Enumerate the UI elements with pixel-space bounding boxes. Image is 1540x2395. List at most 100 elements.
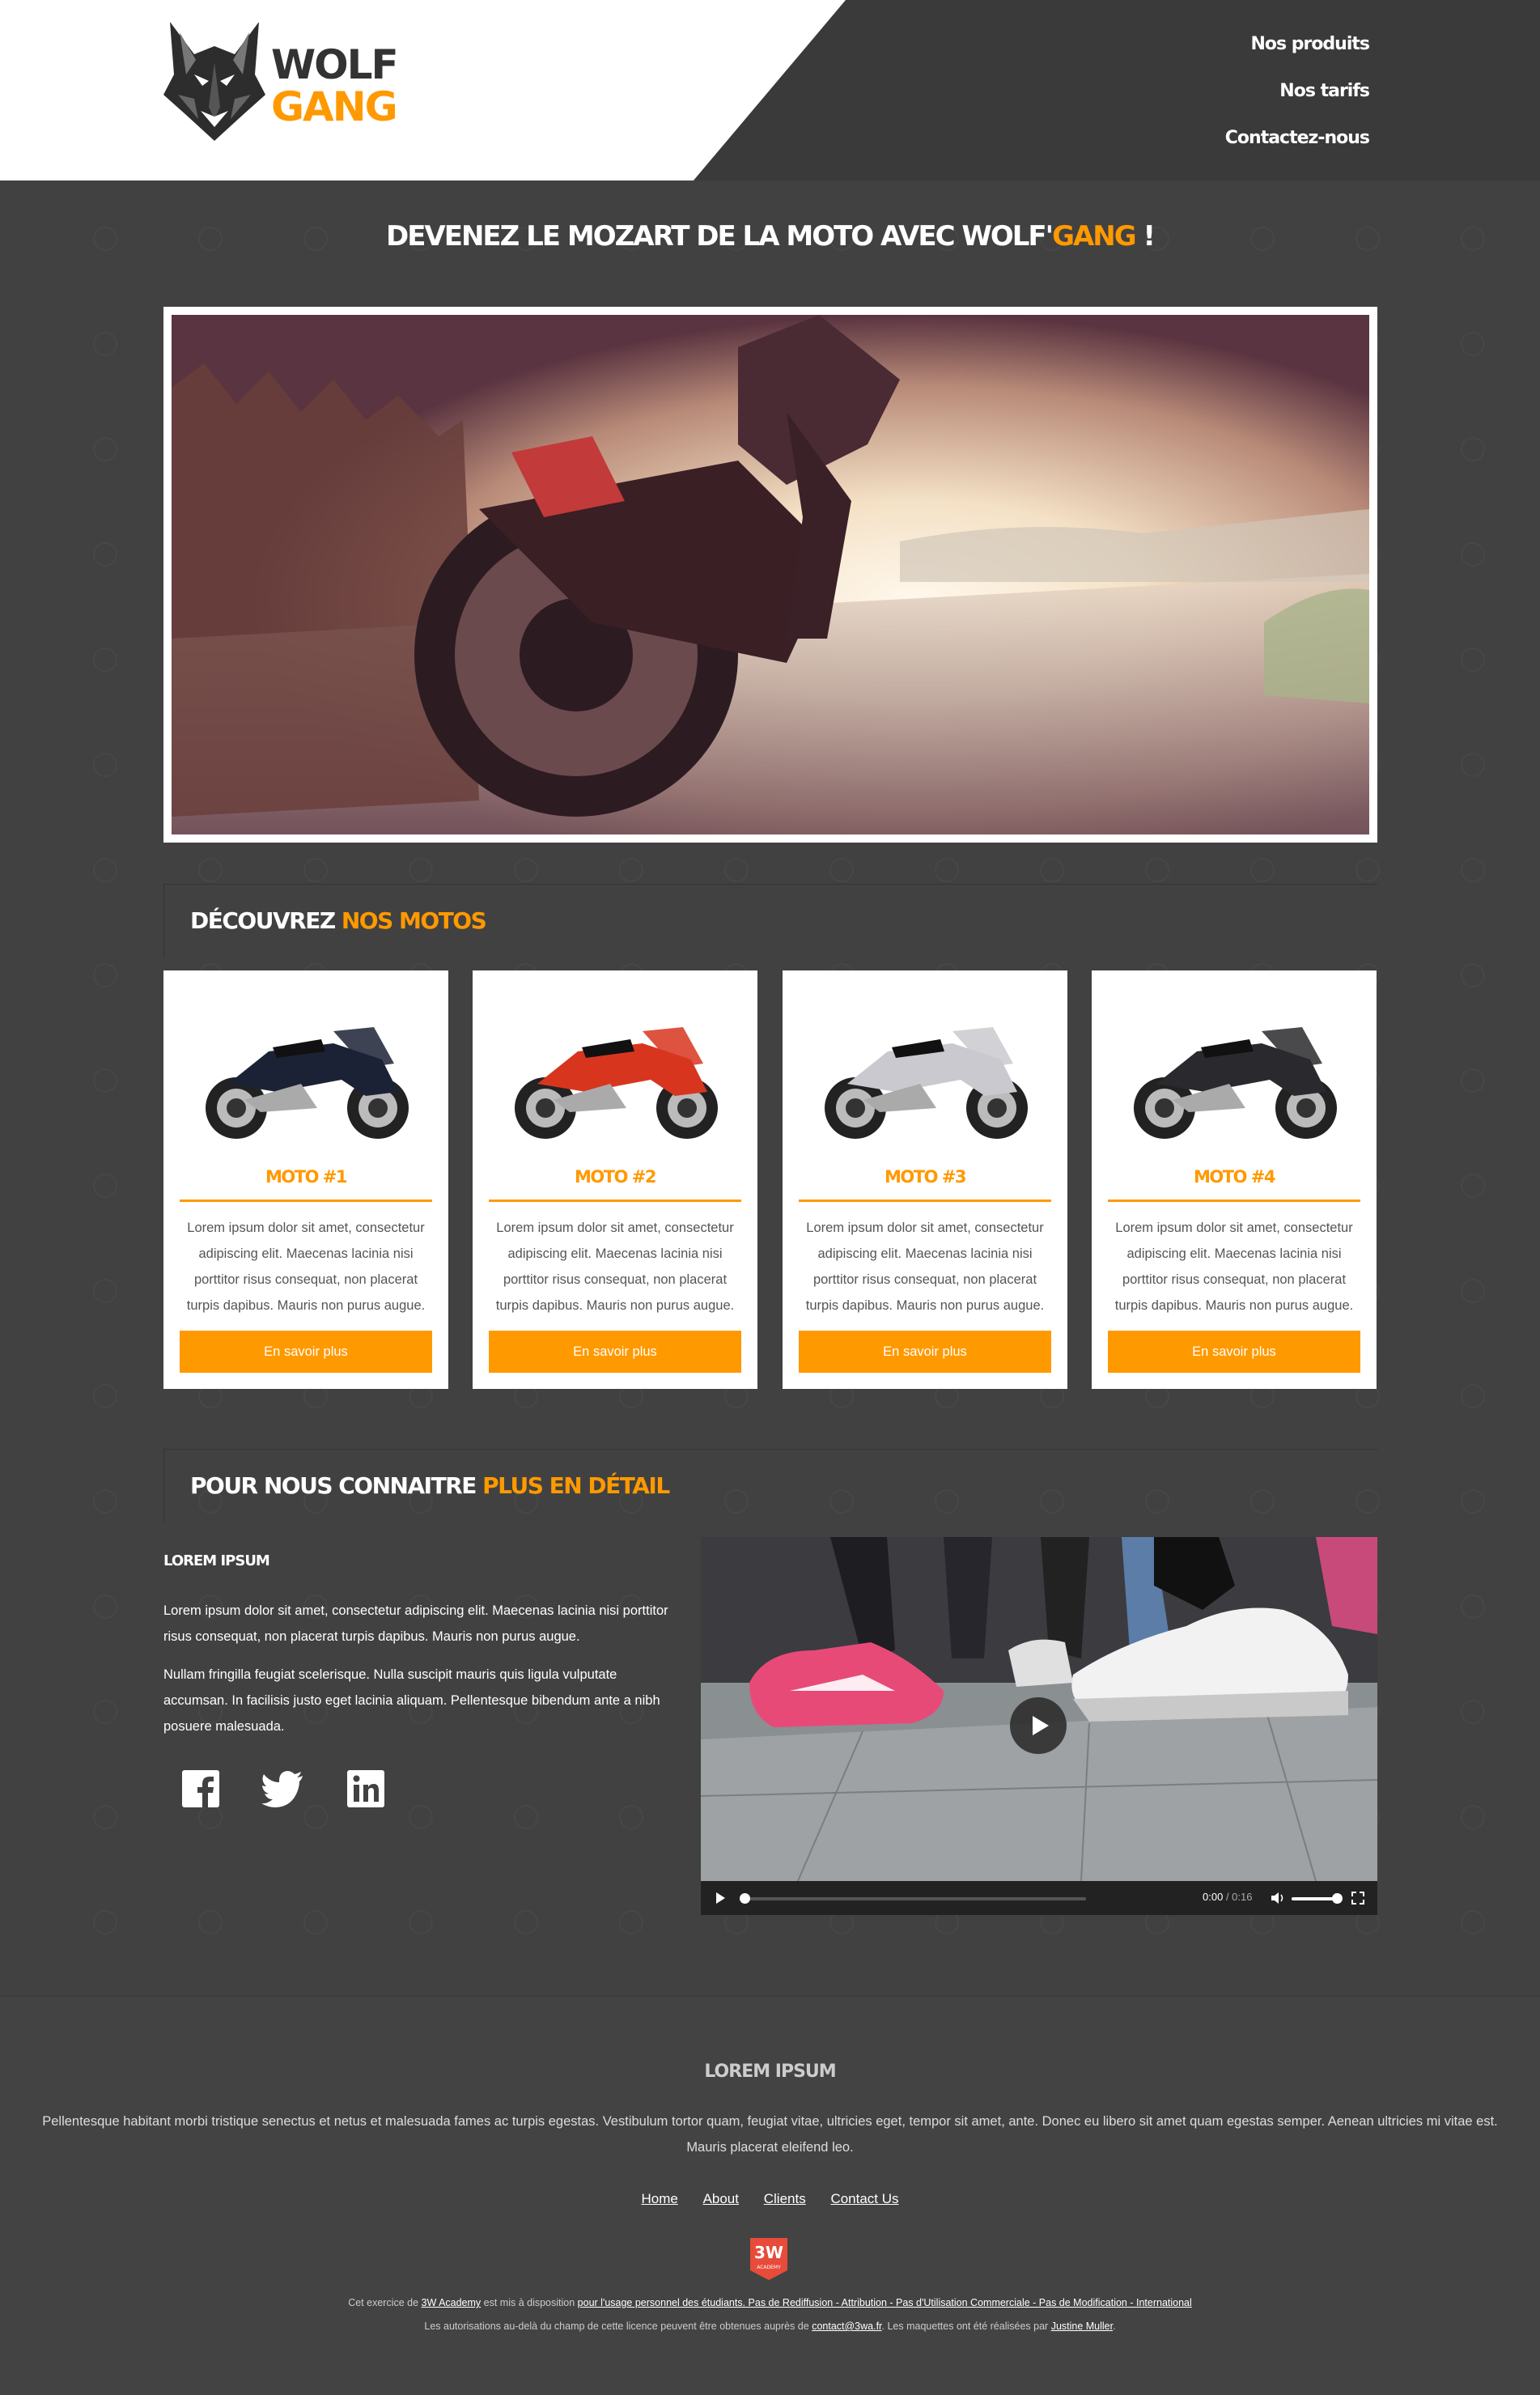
footer-link-home[interactable]: Home — [641, 2191, 677, 2206]
license-line-2: Les autorisations au-delà du champ de ce… — [0, 2321, 1540, 2332]
products-heading: DÉCOUVREZ NOS MOTOS — [190, 885, 487, 958]
logo[interactable]: WOLF GANG — [162, 18, 399, 144]
play-icon[interactable] — [714, 1890, 728, 1906]
product-title: MOTO #1 — [265, 1167, 347, 1187]
watermark-icon — [1461, 1174, 1485, 1198]
product-card: MOTO #4 Lorem ipsum dolor sit amet, conse… — [1092, 970, 1377, 1389]
watermark-icon — [619, 1910, 643, 1934]
product-description: Lorem ipsum dolor sit amet, consectetur … — [805, 1221, 1045, 1313]
more-info-button[interactable]: En savoir plus — [1108, 1331, 1360, 1373]
video-progress-bar[interactable] — [741, 1897, 1086, 1900]
hero-title: DEVENEZ LE MOZART DE LA MOTO AVEC WOLF'G… — [0, 212, 1540, 261]
watermark-icon — [93, 1384, 117, 1408]
license2-prefix: Les autorisations au-delà du champ de ce… — [424, 2321, 812, 2332]
watermark-icon — [93, 753, 117, 777]
watermark-icon — [93, 332, 117, 356]
volume-knob[interactable] — [1332, 1893, 1343, 1904]
product-description: Lorem ipsum dolor sit amet, consectetur … — [495, 1221, 735, 1313]
watermark-icon — [1355, 858, 1380, 882]
watermark-icon — [93, 858, 117, 882]
hero-title-end: ! — [1135, 220, 1156, 253]
watermark-icon — [93, 1700, 117, 1724]
video-current-time: 0:00 — [1203, 1891, 1224, 1903]
footer-link-clients[interactable]: Clients — [764, 2191, 806, 2206]
watermark-icon — [93, 542, 117, 567]
product-description: Lorem ipsum dolor sit amet, consectetur … — [1114, 1221, 1354, 1313]
license-middle: est mis à disposition — [481, 2297, 578, 2308]
watermark-icon — [93, 1910, 117, 1934]
more-info-button[interactable]: En savoir plus — [180, 1331, 432, 1373]
watermark-icon — [1461, 753, 1485, 777]
linkedin-icon[interactable] — [342, 1764, 390, 1813]
nav-contact[interactable]: Contactez-nous — [1225, 123, 1370, 170]
watermark-icon — [514, 858, 538, 882]
watermark-icon — [93, 1489, 117, 1514]
product-divider — [489, 1200, 741, 1202]
products-heading-main: DÉCOUVREZ — [190, 907, 342, 934]
watermark-icon — [1461, 1700, 1485, 1724]
watermark-icon — [619, 1805, 643, 1829]
watermark-icon — [198, 858, 223, 882]
video-duration: / 0:16 — [1225, 1891, 1253, 1903]
volume-icon[interactable] — [1271, 1892, 1285, 1905]
motorcycle-image — [825, 1027, 1028, 1139]
hero-image — [163, 307, 1377, 843]
watermark-icon — [198, 1910, 223, 1934]
site-footer: LOREM IPSUM Pellentesque habitant morbi … — [0, 1996, 1540, 2395]
license-academy-link[interactable]: 3W Academy — [422, 2297, 482, 2308]
watermark-icon — [93, 437, 117, 461]
about-section-header: POUR NOUS CONNAITRE PLUS EN DÉTAIL — [163, 1449, 1377, 1522]
facebook-icon[interactable] — [176, 1764, 225, 1813]
motorcycle-photo — [172, 315, 1369, 834]
hero-title-main: DEVENEZ LE MOZART DE LA MOTO AVEC WOLF' — [385, 220, 1054, 253]
license-email-link[interactable]: contact@3wa.fr — [812, 2321, 881, 2332]
video-controls: 0:00 / 0:16 — [701, 1881, 1377, 1915]
watermark-icon — [514, 1805, 538, 1829]
footer-link-about[interactable]: About — [703, 2191, 739, 2206]
watermark-icon — [93, 1805, 117, 1829]
product-card: MOTO #1 Lorem ipsum dolor sit amet, conse… — [163, 970, 448, 1389]
video-play-overlay-button[interactable] — [1010, 1697, 1067, 1754]
product-divider — [1108, 1200, 1360, 1202]
nav-pricing[interactable]: Nos tarifs — [1225, 76, 1370, 123]
video-progress-knob[interactable] — [740, 1893, 750, 1904]
watermark-icon — [1461, 437, 1485, 461]
watermark-icon — [93, 1279, 117, 1303]
more-info-button[interactable]: En savoir plus — [489, 1331, 741, 1373]
motorcycle-image — [515, 1027, 718, 1139]
product-title: MOTO #2 — [575, 1167, 656, 1187]
watermark-icon — [1461, 1489, 1485, 1514]
more-info-button[interactable]: En savoir plus — [799, 1331, 1051, 1373]
volume-slider[interactable] — [1292, 1897, 1337, 1900]
watermark-icon — [1461, 858, 1485, 882]
watermark-icon — [1461, 648, 1485, 672]
nav-products[interactable]: Nos produits — [1225, 29, 1370, 76]
watermark-icon — [409, 1910, 433, 1934]
watermark-icon — [93, 1174, 117, 1198]
motorcycle-image — [1134, 1027, 1337, 1139]
fullscreen-icon[interactable] — [1351, 1892, 1364, 1905]
wolf-logo-icon — [163, 22, 265, 141]
product-title: MOTO #4 — [1194, 1167, 1275, 1187]
footer-link-contact[interactable]: Contact Us — [830, 2191, 898, 2206]
3w-academy-badge[interactable]: 3W ACADEMY — [749, 2236, 789, 2282]
footer-links: Home About Clients Contact Us — [0, 2191, 1540, 2207]
twitter-icon[interactable] — [259, 1764, 308, 1813]
watermark-icon — [829, 858, 854, 882]
watermark-icon — [1461, 332, 1485, 356]
badge-text-bottom: ACADEMY — [757, 2265, 781, 2270]
watermark-icon — [1461, 1595, 1485, 1619]
about-heading: POUR NOUS CONNAITRE PLUS EN DÉTAIL — [190, 1450, 670, 1522]
logo-text-top: WOLF — [271, 41, 399, 88]
watermark-icon — [1461, 542, 1485, 567]
footer-description: Pellentesque habitant morbi tristique se… — [42, 2114, 1498, 2155]
license-terms-link[interactable]: pour l'usage personnel des étudiants. Pa… — [578, 2297, 1192, 2308]
about-paragraph-1: Lorem ipsum dolor sit amet, consectetur … — [163, 1603, 668, 1644]
watermark-icon — [409, 1805, 433, 1829]
video-player[interactable]: 0:00 / 0:16 — [701, 1537, 1377, 1915]
watermark-icon — [1250, 858, 1275, 882]
watermark-icon — [409, 858, 433, 882]
license-author-link[interactable]: Justine Muller — [1051, 2321, 1113, 2332]
license2-end: . — [1113, 2321, 1116, 2332]
watermark-icon — [1461, 1805, 1485, 1829]
